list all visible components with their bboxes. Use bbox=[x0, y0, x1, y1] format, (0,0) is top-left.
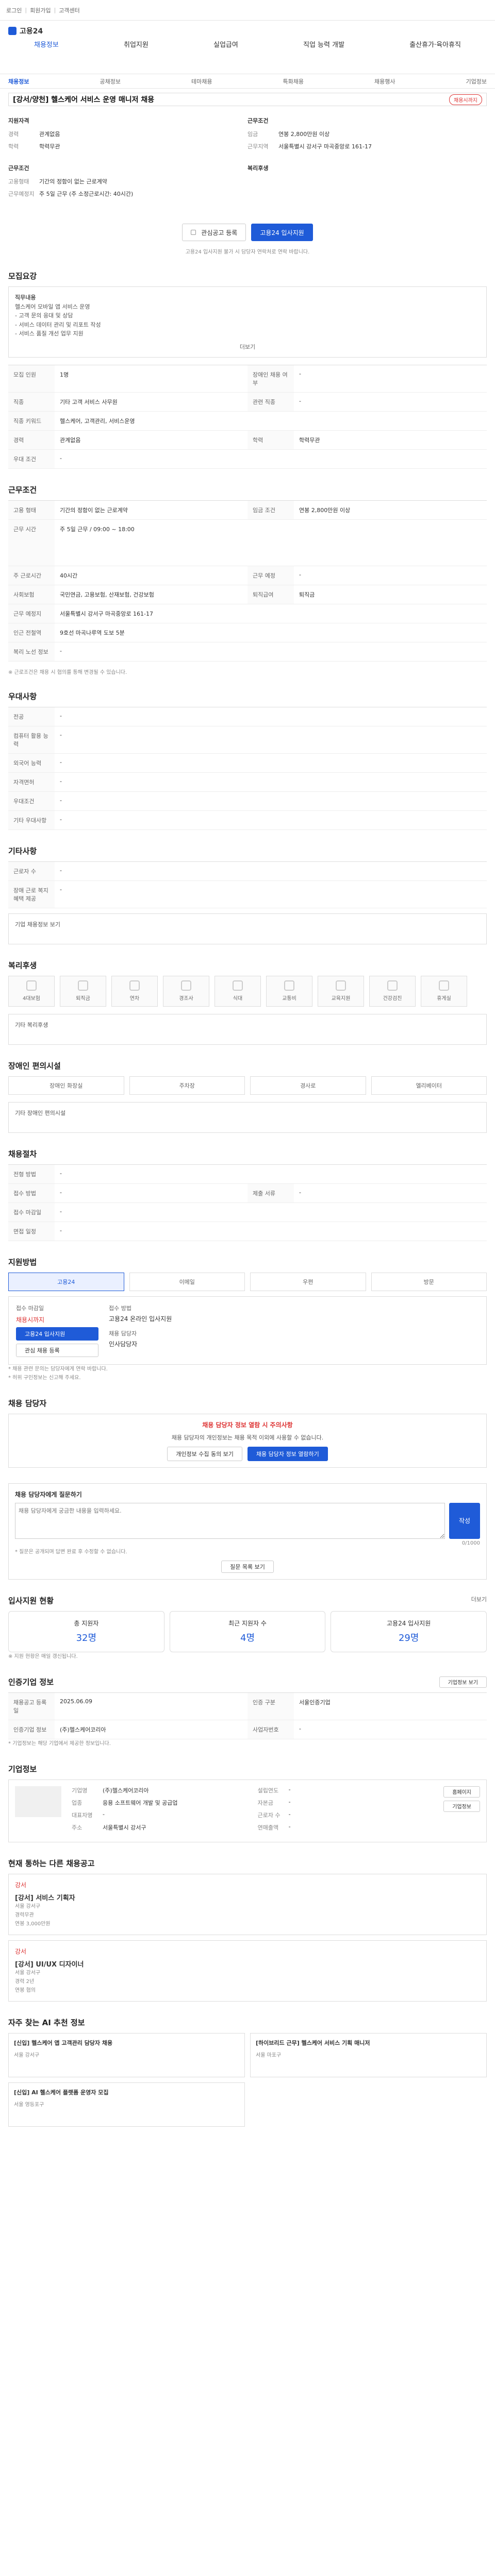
top-link-signup[interactable]: 회원가입 bbox=[30, 6, 51, 14]
privacy-consent-button[interactable]: 개인정보 수집 동의 보기 bbox=[167, 1446, 242, 1461]
top-link-help[interactable]: 고객센터 bbox=[59, 6, 79, 14]
disability-section: 장애인 편의시설 장애인 화장실 주차장 경사로 엘리베이터 기타 장애인 편의… bbox=[8, 1060, 487, 1133]
subnav-item-4[interactable]: 채용행사 bbox=[374, 77, 395, 86]
welfare-card: 연차 bbox=[111, 975, 158, 1007]
book-icon bbox=[336, 980, 346, 991]
facility-item: 엘리베이터 bbox=[371, 1076, 487, 1095]
welfare-card: 경조사 bbox=[163, 975, 209, 1007]
similar-job-item[interactable]: 강서 [강서] 서비스 기획자 서울 강서구 경력무관 연봉 3,000만원 bbox=[8, 1873, 487, 1935]
apply-tab-visit[interactable]: 방문 bbox=[371, 1272, 487, 1291]
subnav-item-0[interactable]: 채용정보 bbox=[8, 77, 29, 86]
main-nav: 채용정보 취업지원 실업급여 직업 능력 개발 출산휴가·육아휴직 bbox=[8, 39, 487, 49]
stat-card: 총 지원자 32명 bbox=[8, 1611, 164, 1652]
sofa-icon bbox=[439, 980, 449, 991]
apply-note: 고용24 입사지원 불가 시 담당자 연락처로 연락 바랍니다. bbox=[185, 249, 310, 255]
facility-item: 경사로 bbox=[250, 1076, 366, 1095]
ai-job-card[interactable]: [신입] AI 헬스케어 플랫폼 운영자 모집 서울 영등포구 bbox=[8, 2082, 245, 2127]
calendar-icon bbox=[129, 980, 140, 991]
question-list-button[interactable]: 질문 목록 보기 bbox=[221, 1560, 274, 1573]
welfare-card: 건강검진 bbox=[369, 975, 416, 1007]
welfare-card: 휴게실 bbox=[421, 975, 467, 1007]
similar-job-item[interactable]: 강서 [강서] UI/UX 디자이너 서울 강서구 경력 2년 연봉 협의 bbox=[8, 1940, 487, 2002]
apply-scrap-button[interactable]: 관심 채용 등록 bbox=[16, 1343, 98, 1357]
apply-button[interactable]: 고용24 입사지원 bbox=[251, 224, 313, 241]
status-section: 입사지원 현황 더보기 총 지원자 32명 최근 지원자 수 4명 고용24 입사지원… bbox=[8, 1595, 487, 1659]
gift-icon bbox=[181, 980, 191, 991]
sub-nav: 채용정보 공채정보 테마채용 특화채용 채용행사 기업정보 bbox=[0, 74, 495, 89]
contact-section: 채용 담당자 채용 담당자 정보 열람 시 주의사항 채용 담당자의 개인정보는… bbox=[8, 1398, 487, 1468]
welfare-card: 4대보험 bbox=[8, 975, 55, 1007]
job-title-box: [강서/양천] 헬스케어 서비스 운영 매니저 채용 채용시까지 bbox=[8, 93, 487, 106]
company-info-button[interactable]: 기업정보 보기 bbox=[439, 1676, 487, 1688]
top-link-login[interactable]: 로그인 bbox=[6, 6, 22, 14]
facility-item: 주차장 bbox=[129, 1076, 245, 1095]
stat-card: 고용24 입사지원 29명 bbox=[331, 1611, 487, 1652]
facility-item: 장애인 화장실 bbox=[8, 1076, 124, 1095]
company-logo bbox=[15, 1786, 61, 1817]
welfare-card: 식대 bbox=[214, 975, 261, 1007]
top-utility-bar: 로그인 | 회원가입 | 고객센터 bbox=[0, 0, 495, 21]
meal-icon bbox=[233, 980, 243, 991]
bus-icon bbox=[284, 980, 294, 991]
pref-section: 우대사항 전공 - 컴퓨터 활용 능력 - 외국어 능력 - 자격면허 - 우대조건 - … bbox=[8, 691, 487, 830]
summary-cond-head: 근무조건 bbox=[8, 165, 29, 172]
summary-right-head: 근무조건 bbox=[248, 117, 269, 124]
contact-alert: 채용 담당자 정보 열람 시 주의사항 bbox=[202, 1421, 293, 1429]
recruit-more-button[interactable]: 더보기 bbox=[15, 343, 480, 351]
apply-tab-mail[interactable]: 우편 bbox=[250, 1272, 366, 1291]
question-input[interactable] bbox=[15, 1502, 445, 1539]
scrap-button[interactable]: 관심공고 등록 bbox=[182, 224, 246, 241]
nav-item-leave[interactable]: 출산휴가·육아휴직 bbox=[409, 39, 461, 49]
welfare-card: 퇴직금 bbox=[60, 975, 106, 1007]
health-icon bbox=[387, 980, 398, 991]
site-header: 고용24 채용정보 취업지원 실업급여 직업 능력 개발 출산휴가·육아휴직 bbox=[0, 21, 495, 74]
nav-item-benefit[interactable]: 실업급여 bbox=[213, 39, 238, 49]
job-title: [강서/양천] 헬스케어 서비스 운영 매니저 채용 bbox=[13, 96, 155, 104]
ai-job-card[interactable]: [신입] 헬스케어 앱 고객관리 담당자 채용 서울 강서구 bbox=[8, 2032, 245, 2077]
corp-info-button[interactable]: 기업정보 bbox=[443, 1800, 480, 1812]
status-more-link[interactable]: 더보기 bbox=[471, 1595, 487, 1611]
welfare-card: 교통비 bbox=[266, 975, 312, 1007]
logo[interactable]: 고용24 bbox=[8, 26, 487, 36]
deadline-badge: 채용시까지 bbox=[449, 94, 482, 105]
welfare-card: 교육지원 bbox=[318, 975, 364, 1007]
job-summary: 지원자격 경력 관계없음 학력 학력무관 근무조건 고용형태 기간의 정함이 없는 근… bbox=[8, 106, 487, 219]
corp-section: 기업정보 기업명 (주)헬스케어코리아 업종 응용 소프트웨어 개발 및 공급업 대… bbox=[8, 1764, 487, 1842]
homepage-button[interactable]: 홈페이지 bbox=[443, 1786, 480, 1798]
summary-welfare-head: 복리후생 bbox=[248, 165, 269, 172]
view-contact-button[interactable]: 채용 담당자 정보 열람하기 bbox=[247, 1446, 328, 1461]
subnav-item-2[interactable]: 테마채용 bbox=[191, 77, 212, 86]
nav-item-training[interactable]: 직업 능력 개발 bbox=[303, 39, 344, 49]
similar-section: 현재 통하는 다른 채용공고 강서 [강서] 서비스 기획자 서울 강서구 경력… bbox=[8, 1858, 487, 2002]
company-cert-section: 인증기업 정보 기업정보 보기 채용공고 등록일 2025.06.09 인증 구분 서울… bbox=[8, 1676, 487, 1748]
insurance-icon bbox=[26, 980, 37, 991]
ai-job-card[interactable]: [하이브리드 근무] 헬스케어 서비스 기획 매니저 서울 마포구 bbox=[250, 2032, 487, 2077]
qna-section: 채용 담당자에게 질문하기 작성 0/1000 * 질문은 공개되며 답변 완료… bbox=[8, 1483, 487, 1580]
summary-qual-head: 지원자격 bbox=[8, 117, 29, 124]
subnav-item-5[interactable]: 기업정보 bbox=[466, 77, 487, 86]
nav-item-support[interactable]: 취업지원 bbox=[124, 39, 148, 49]
subnav-item-3[interactable]: 특화채용 bbox=[283, 77, 304, 86]
pension-icon bbox=[78, 980, 88, 991]
logo-icon bbox=[8, 27, 16, 35]
recruit-section: 모집요강 직무내용 헬스케어 모바일 앱 서비스 운영 - 고객 문의 응대 및… bbox=[8, 270, 487, 469]
nav-item-jobs[interactable]: 채용정보 bbox=[34, 39, 59, 49]
question-submit-button[interactable]: 작성 bbox=[449, 1502, 480, 1539]
apply-tab-online[interactable]: 고용24 bbox=[8, 1272, 124, 1291]
subnav-item-1[interactable]: 공채정보 bbox=[100, 77, 121, 86]
other-section: 기타사항 근로자 수- 장애 근로 복지 혜택 제공 - 기업 채용정보 보기 bbox=[8, 845, 487, 944]
stat-card: 최근 지원자 수 4명 bbox=[169, 1611, 326, 1652]
apply-online-button[interactable]: 고용24 입사지원 bbox=[16, 1327, 98, 1341]
ai-section: 자주 찾는 AI 추천 정보 [신입] 헬스케어 앱 고객관리 담당자 채용 서울… bbox=[8, 2017, 487, 2127]
other-more-link[interactable]: 기업 채용정보 보기 bbox=[15, 921, 60, 928]
star-icon bbox=[191, 230, 196, 235]
apply-section: 지원방법 고용24 이메일 우편 방문 접수 마감일 채용시까지 고용24 입사… bbox=[8, 1257, 487, 1382]
conditions-section: 근무조건 고용 형태 기간의 정함이 없는 근로계약 임금 조건 연봉 2,800만원… bbox=[8, 484, 487, 675]
welfare-section: 복리후생 4대보험 퇴직금 연차 경조사 식대 교통비 교육지원 건강검진 휴게… bbox=[8, 960, 487, 1045]
apply-tab-email[interactable]: 이메일 bbox=[129, 1272, 245, 1291]
process-section: 채용절차 전형 방법 - 접수 방법 - 제출 서류 - 접수 마감일 - 면접 일정 - bbox=[8, 1148, 487, 1241]
